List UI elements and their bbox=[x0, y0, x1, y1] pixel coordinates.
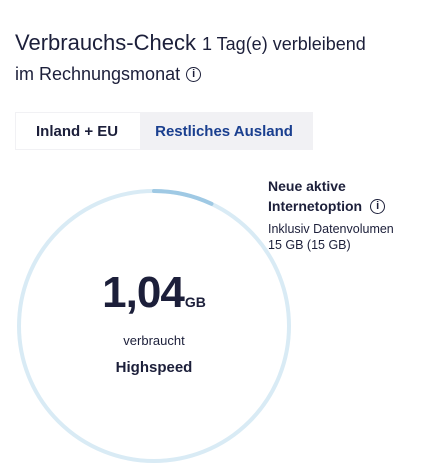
usage-value: 1,04 GB bbox=[14, 268, 294, 318]
tab-label: Inland + EU bbox=[36, 122, 119, 140]
period-label: im Rechnungsmonat bbox=[15, 64, 181, 84]
period-line: im Rechnungsmonat i bbox=[15, 59, 420, 89]
usage-number: 1,04 bbox=[102, 268, 185, 317]
option-title-line2-row: Internetoption i bbox=[268, 196, 428, 216]
page-title: Verbrauchs-Check bbox=[15, 30, 196, 55]
used-label: verbraucht bbox=[123, 333, 185, 348]
volume-label: Inklusiv Datenvolumen bbox=[268, 222, 394, 236]
tab-restliches-ausland[interactable]: Restliches Ausland bbox=[141, 112, 293, 150]
title-line: Verbrauchs-Check 1 Tag(e) verbleibend bbox=[15, 28, 420, 59]
option-title-line2: Internetoption bbox=[268, 198, 363, 214]
speed-label: Highspeed bbox=[115, 359, 193, 376]
info-circle-icon[interactable]: i bbox=[186, 66, 202, 82]
info-circle-icon[interactable]: i bbox=[370, 198, 386, 214]
tab-bar: Inland + EU Restliches Ausland bbox=[15, 112, 313, 150]
header: Verbrauchs-Check 1 Tag(e) verbleibend im … bbox=[15, 28, 420, 89]
option-title-line1: Neue aktive bbox=[268, 178, 346, 194]
tab-label: Restliches Ausland bbox=[155, 122, 293, 140]
tab-inland-eu[interactable]: Inland + EU bbox=[15, 112, 142, 150]
days-left: 1 Tag(e) verbleibend bbox=[201, 34, 366, 54]
usage-unit: GB bbox=[184, 294, 206, 310]
volume-value: 15 GB (15 GB) bbox=[268, 238, 351, 252]
internet-option-info: Neue aktive Internetoption i Inklusiv Da… bbox=[268, 176, 428, 253]
usage-gauge: 1,04 GB verbraucht Highspeed bbox=[14, 186, 294, 466]
